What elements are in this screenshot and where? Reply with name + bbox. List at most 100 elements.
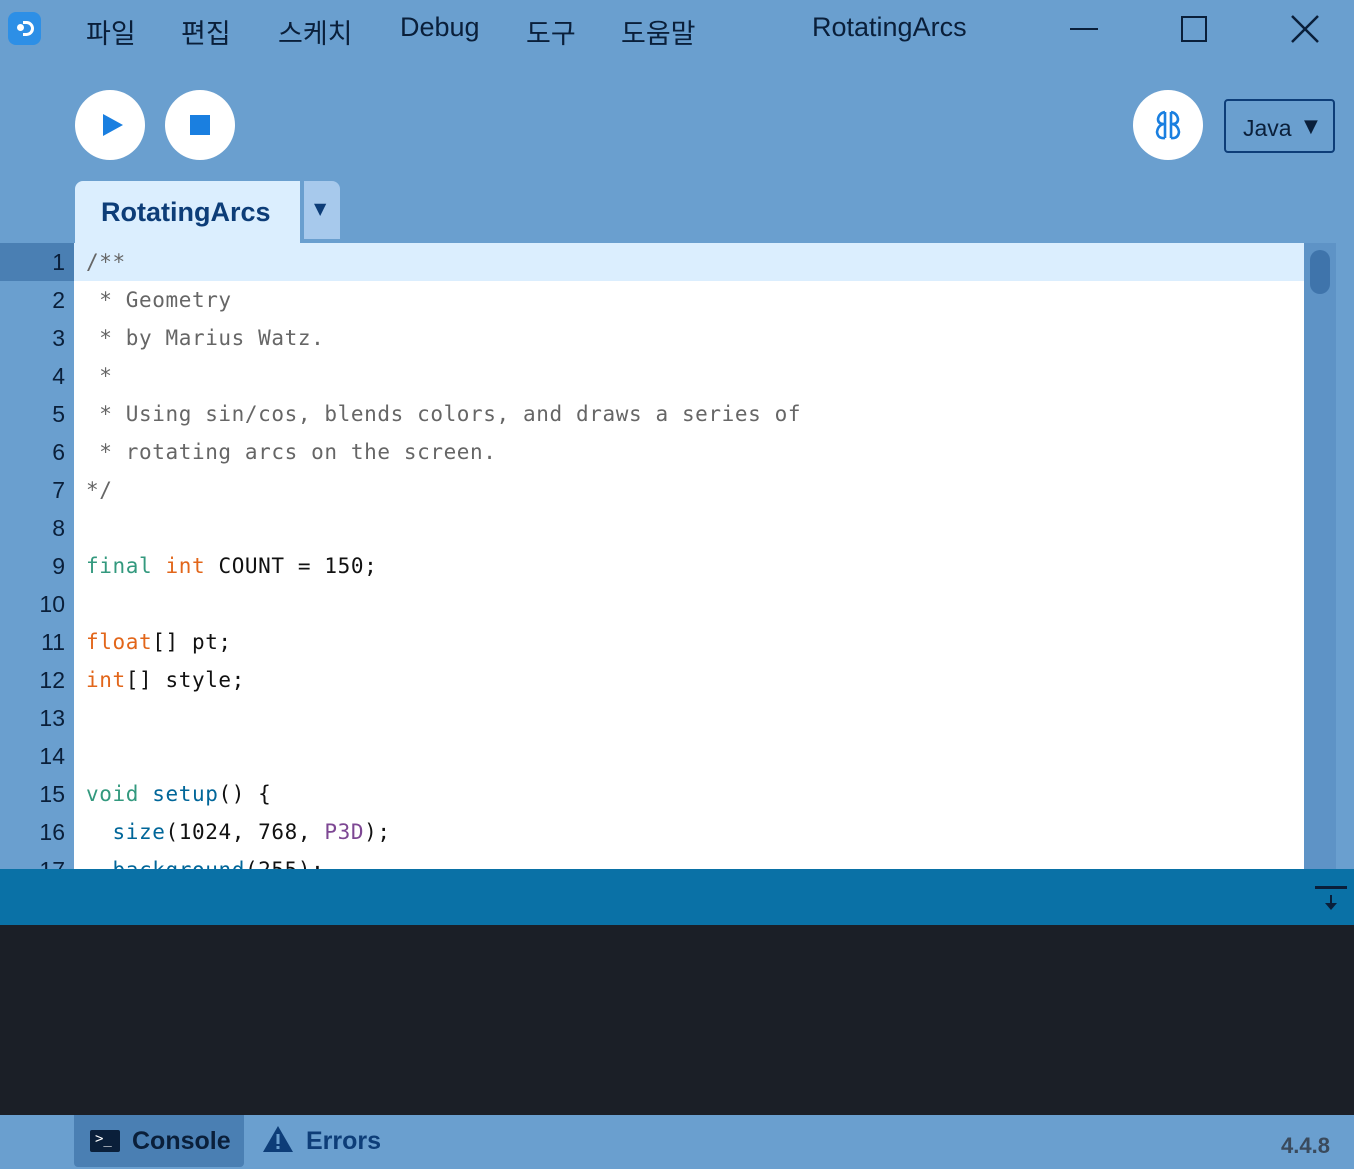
line-number: 1: [52, 249, 65, 275]
line-number: 3: [52, 325, 65, 351]
tab-rotatingarcs[interactable]: RotatingArcs: [75, 181, 300, 243]
close-button[interactable]: [1280, 8, 1330, 50]
code-line: float[] pt;: [86, 623, 232, 661]
line-number: 7: [52, 477, 65, 503]
code-line: void setup() {: [86, 775, 271, 813]
code-line: background(255);: [86, 851, 324, 869]
code-token: (255);: [245, 858, 324, 869]
line-number-gutter: 1234567891011121314151617: [0, 243, 74, 869]
line-number: 15: [39, 781, 65, 807]
code-line: int[] style;: [86, 661, 245, 699]
maximize-button[interactable]: [1170, 8, 1220, 50]
maximize-icon: [1181, 16, 1207, 42]
line-number: 14: [39, 743, 65, 769]
menu-debug[interactable]: Debug: [400, 12, 480, 43]
code-token: COUNT = 150;: [205, 554, 378, 578]
menu-file[interactable]: 파일: [86, 12, 136, 51]
code-token: int: [165, 554, 206, 578]
code-line: /**: [86, 243, 126, 281]
collapse-console-button[interactable]: [1315, 883, 1349, 913]
code-line: * rotating arcs on the screen.: [86, 433, 497, 471]
code-token: (1024, 768,: [165, 820, 325, 844]
tab-label: RotatingArcs: [101, 197, 271, 227]
console-header: [0, 869, 1354, 925]
mode-select[interactable]: Java ▼: [1224, 99, 1335, 153]
console-tab-label: Console: [132, 1127, 231, 1155]
code-token: [] style;: [125, 668, 245, 692]
code-token: * Using sin/cos, blends colors, and draw…: [86, 402, 802, 426]
console-output[interactable]: [0, 925, 1354, 1115]
line-number: 11: [41, 629, 65, 655]
code-line: size(1024, 768, P3D);: [86, 813, 391, 851]
play-icon: [103, 114, 123, 136]
line-number: 6: [52, 439, 65, 465]
line-number: 13: [39, 705, 65, 731]
code-token: * Geometry: [86, 288, 232, 312]
code-line: */: [86, 471, 113, 509]
line-number: 10: [39, 591, 65, 617]
code-token: [] pt;: [152, 630, 232, 654]
window-title: RotatingArcs: [812, 12, 967, 42]
close-icon: [1291, 15, 1319, 43]
code-token: * rotating arcs on the screen.: [86, 440, 497, 464]
code-token: final: [86, 554, 153, 578]
code-token: /**: [86, 250, 126, 274]
line-number: 12: [39, 667, 65, 693]
tab-menu-arrow-icon: ▼: [314, 199, 327, 218]
code-token: );: [364, 820, 391, 844]
minimize-icon: [1070, 28, 1098, 30]
tab-menu-button[interactable]: ▼: [304, 181, 340, 239]
menu-help[interactable]: 도움말: [621, 12, 696, 51]
code-line: final int COUNT = 150;: [86, 547, 377, 585]
code-token: *: [86, 364, 113, 388]
code-token: () {: [218, 782, 272, 806]
version-label: 4.4.8: [1281, 1133, 1330, 1158]
collapse-icon-bar: [1315, 886, 1347, 889]
line-number: 16: [39, 819, 65, 845]
line-number: 17: [39, 851, 65, 869]
collapse-icon-arrow: [1325, 903, 1337, 910]
minimize-button[interactable]: [1060, 8, 1110, 50]
tab-console[interactable]: >_ Console: [74, 1115, 244, 1167]
stop-icon: [190, 115, 210, 135]
code-token: setup: [152, 782, 219, 806]
errors-tab-label: Errors: [306, 1127, 382, 1155]
mode-select-label: Java: [1243, 115, 1292, 141]
code-token: background: [113, 858, 245, 869]
editor-scrollbar[interactable]: [1304, 243, 1336, 869]
butterfly-icon: [1155, 110, 1181, 140]
tab-errors[interactable]: Errors: [262, 1115, 402, 1167]
code-line: * Using sin/cos, blends colors, and draw…: [86, 395, 801, 433]
code-line: * Geometry: [86, 281, 232, 319]
active-line-highlight: [74, 243, 1304, 281]
processing-logo-icon: [8, 12, 41, 45]
dropdown-arrow-icon: ▼: [1304, 116, 1318, 137]
menu-bar: 파일 편집 스케치 Debug 도구 도움말 RotatingArcs: [0, 0, 1354, 58]
code-line: *: [86, 357, 113, 395]
code-token: P3D: [324, 820, 365, 844]
stop-button[interactable]: [165, 90, 235, 160]
code-token: size: [112, 820, 166, 844]
debug-button[interactable]: [1133, 90, 1203, 160]
warning-icon: [263, 1126, 293, 1152]
code-token: */: [86, 478, 113, 502]
line-number: 9: [52, 553, 65, 579]
menu-edit[interactable]: 편집: [181, 12, 231, 51]
code-token: void: [86, 782, 139, 806]
editor-scrollbar-thumb[interactable]: [1310, 250, 1330, 294]
line-number: 2: [52, 287, 65, 313]
menu-tools[interactable]: 도구: [526, 12, 576, 51]
code-token: float: [86, 630, 153, 654]
run-button[interactable]: [75, 90, 145, 160]
line-number: 8: [52, 515, 65, 541]
menu-sketch[interactable]: 스케치: [278, 12, 353, 51]
code-editor[interactable]: /** * Geometry * by Marius Watz. * * Usi…: [74, 243, 1304, 869]
code-line: * by Marius Watz.: [86, 319, 324, 357]
line-number: 4: [52, 363, 65, 389]
code-token: int: [86, 668, 126, 692]
terminal-icon: >_: [90, 1130, 120, 1152]
